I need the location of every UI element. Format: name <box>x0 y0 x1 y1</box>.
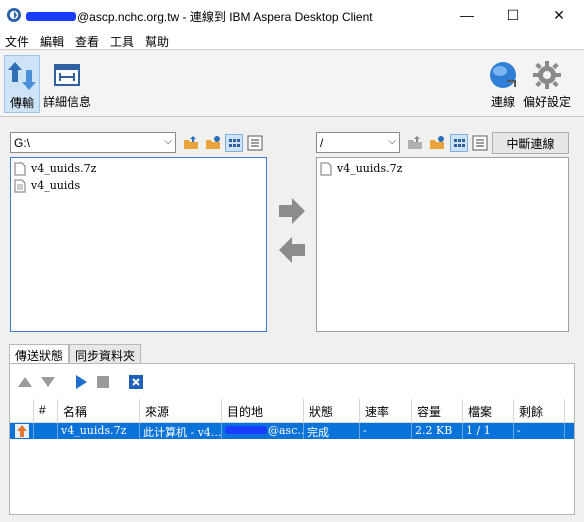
details-window-icon <box>54 64 80 86</box>
table-row[interactable]: v4_uuids.7z 此计算机 - v4... @asc... 完成 - 2.… <box>10 423 574 439</box>
list-view-icon[interactable] <box>471 134 489 152</box>
remote-file-item[interactable]: v4_uuids.7z <box>320 160 402 177</box>
connect-label: 連線 <box>490 95 515 109</box>
menu-bar: 文件 編輯 查看 工具 幫助 <box>0 30 584 50</box>
row-number <box>34 423 58 439</box>
col-size[interactable]: 容量 <box>412 399 463 423</box>
row-remaining: - <box>514 423 565 439</box>
move-up-icon[interactable] <box>17 374 33 390</box>
col-icon <box>10 399 34 423</box>
row-destination: @asc... <box>222 423 304 439</box>
col-source[interactable]: 來源 <box>140 399 222 423</box>
local-file-item[interactable]: v4_uuids.7z <box>14 160 96 177</box>
transfer-arrows-icon <box>8 62 36 90</box>
col-number[interactable]: # <box>34 399 58 423</box>
col-name[interactable]: 名稱 <box>58 399 140 423</box>
redacted-username <box>225 426 267 434</box>
row-status: 完成 <box>304 423 360 439</box>
transfer-status-panel <box>9 363 575 515</box>
remote-path-combobox[interactable]: / ⌵ <box>316 132 400 153</box>
window-title: @ascp.nchc.org.tw - 連線到 IBM Aspera Deskt… <box>26 8 373 25</box>
col-remaining[interactable]: 剩餘 <box>514 399 565 423</box>
preferences-button[interactable]: 偏好設定 <box>522 55 572 113</box>
tab-transfer-status[interactable]: 傳送狀態 <box>9 344 70 365</box>
row-destination-text: @asc... <box>268 424 304 437</box>
icon-view-toggle[interactable] <box>450 134 468 152</box>
play-icon[interactable] <box>73 374 89 390</box>
transfer-direction-cell <box>10 423 34 439</box>
remote-file-list[interactable]: v4_uuids.7z <box>316 157 569 332</box>
local-file-name: v4_uuids.7z <box>31 162 97 175</box>
globe-icon <box>490 62 516 88</box>
upload-transfer-icon <box>15 424 29 438</box>
menu-help[interactable]: 幫助 <box>145 33 169 50</box>
preferences-label: 偏好設定 <box>522 95 571 109</box>
window-title-text: @ascp.nchc.org.tw - 連線到 IBM Aspera Deskt… <box>77 10 373 24</box>
minimize-button[interactable]: — <box>444 0 490 30</box>
row-files: 1 / 1 <box>463 423 514 439</box>
local-path-value: G:\ <box>14 136 31 150</box>
file-icon <box>14 162 26 175</box>
list-view-icon[interactable] <box>246 134 264 152</box>
row-name: v4_uuids.7z <box>58 423 140 439</box>
menu-file[interactable]: 文件 <box>5 33 29 50</box>
gear-icon <box>533 61 561 89</box>
local-file-name: v4_uuids <box>31 179 81 192</box>
folder-up-icon[interactable] <box>182 134 200 152</box>
row-size: 2.2 KB <box>412 423 463 439</box>
close-button[interactable]: ✕ <box>536 0 582 30</box>
stop-icon[interactable] <box>95 374 111 390</box>
aspera-app-icon <box>7 8 21 22</box>
file-icon <box>320 162 332 175</box>
folder-up-icon[interactable] <box>406 134 424 152</box>
local-file-item[interactable]: v4_uuids <box>14 177 80 194</box>
details-label: 詳細信息 <box>42 95 91 109</box>
row-rate: - <box>360 423 412 439</box>
col-rate[interactable]: 速率 <box>360 399 412 423</box>
download-arrow-icon[interactable] <box>277 235 307 265</box>
local-file-list[interactable]: v4_uuids.7z v4_uuids <box>10 157 267 332</box>
connect-button[interactable]: 連線 <box>488 55 518 113</box>
upload-arrow-icon[interactable] <box>277 196 307 226</box>
local-path-combobox[interactable]: G:\ ⌵ <box>10 132 176 153</box>
col-destination[interactable]: 目的地 <box>222 399 304 423</box>
title-bar: @ascp.nchc.org.tw - 連線到 IBM Aspera Deskt… <box>0 0 584 30</box>
remote-file-name: v4_uuids.7z <box>337 162 403 175</box>
tab-sync-folders[interactable]: 同步資料夾 <box>69 344 142 364</box>
grid-view-icon <box>229 139 240 147</box>
redacted-username <box>26 12 76 21</box>
cancel-transfer-icon[interactable] <box>128 374 144 390</box>
transfer-button[interactable]: 傳輸 <box>4 55 40 113</box>
menu-tools[interactable]: 工具 <box>110 33 134 50</box>
row-source: 此计算机 - v4... <box>140 423 222 439</box>
remote-path-value: / <box>320 136 324 150</box>
new-folder-icon[interactable] <box>428 134 446 152</box>
text-file-icon <box>14 179 26 192</box>
menu-view[interactable]: 查看 <box>75 33 99 50</box>
transfer-table-header: # 名稱 來源 目的地 狀態 速率 容量 檔案 剩餘 <box>10 399 574 423</box>
disconnect-button[interactable]: 中斷連線 <box>492 132 569 154</box>
icon-view-toggle[interactable] <box>225 134 243 152</box>
col-files[interactable]: 檔案 <box>463 399 514 423</box>
chevron-down-icon: ⌵ <box>388 136 396 147</box>
new-folder-icon[interactable] <box>204 134 222 152</box>
maximize-button[interactable]: ☐ <box>490 0 536 30</box>
toolbar: 傳輸 詳細信息 連線 偏好設定 <box>0 51 584 117</box>
grid-view-icon <box>454 139 465 147</box>
transfer-label: 傳輸 <box>9 96 34 110</box>
col-status[interactable]: 狀態 <box>304 399 360 423</box>
menu-edit[interactable]: 編輯 <box>40 33 64 50</box>
move-down-icon[interactable] <box>40 374 56 390</box>
chevron-down-icon: ⌵ <box>164 136 172 147</box>
details-button[interactable]: 詳細信息 <box>42 55 92 113</box>
